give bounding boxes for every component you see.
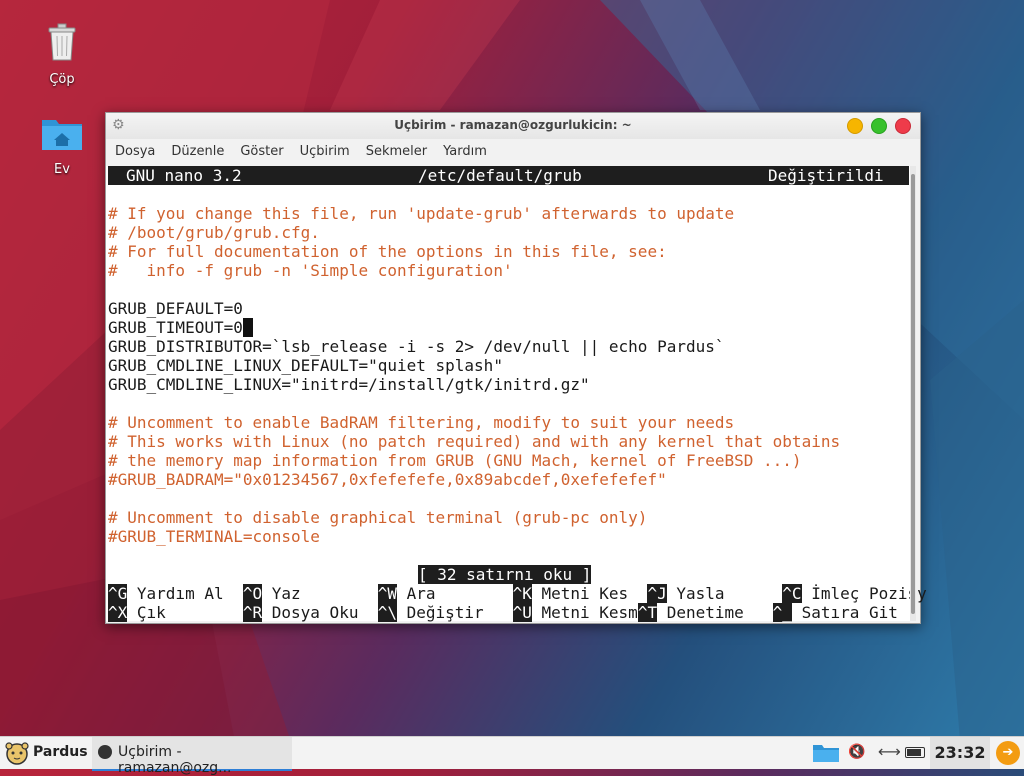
maximize-button[interactable] bbox=[871, 118, 887, 134]
folder-icon[interactable] bbox=[812, 743, 840, 767]
menu-sekmeler[interactable]: Sekmeler bbox=[357, 139, 434, 159]
shortcut-key: ^K bbox=[512, 584, 532, 603]
shortcut-item: ^G Yardım Al bbox=[108, 584, 243, 603]
network-icon[interactable]: ⟷ bbox=[878, 742, 901, 761]
editor-line: # For full documentation of the options … bbox=[108, 242, 667, 261]
title-bar[interactable]: ⚙ Uçbirim - ramazan@ozgurlukicin: ~ bbox=[106, 113, 920, 139]
menu-bar: Dosya Düzenle Göster Uçbirim Sekmeler Yardım bbox=[106, 139, 920, 164]
editor-line: # Uncomment to disable graphical termina… bbox=[108, 508, 648, 527]
shortcut-key: ^G bbox=[108, 584, 128, 603]
terminal-window: ⚙ Uçbirim - ramazan@ozgurlukicin: ~ Dosy… bbox=[105, 112, 927, 624]
editor-line: #GRUB_BADRAM="0x01234567,0xfefefefe,0x89… bbox=[108, 470, 667, 489]
shortcut-key: ^_ bbox=[772, 603, 792, 622]
editor-line: GRUB_DISTRIBUTOR=`lsb_release -i -s 2> /… bbox=[108, 337, 725, 356]
menu-duzenle[interactable]: Düzenle bbox=[162, 139, 231, 159]
shortcut-item: ^J Yasla bbox=[647, 584, 782, 603]
shortcut-key: ^O bbox=[242, 584, 263, 603]
desktop-icon-label: Çöp bbox=[49, 72, 75, 87]
shortcut-label: Metni Kesm bbox=[531, 603, 638, 622]
editor-line: GRUB_DEFAULT=0 bbox=[108, 299, 243, 318]
shortcut-label: Yaz bbox=[262, 584, 378, 603]
editor-line: # If you change this file, run 'update-g… bbox=[108, 204, 735, 223]
shortcut-key: ^T bbox=[637, 603, 658, 622]
shortcut-label: Ara bbox=[396, 584, 513, 603]
window-title: Uçbirim - ramazan@ozgurlukicin: ~ bbox=[394, 118, 632, 132]
app-menu-button[interactable]: Pardus bbox=[2, 737, 88, 769]
shortcut-label: Satıra Git bbox=[791, 603, 898, 622]
shortcut-row-1: ^G Yardım Al ^O Yaz ^W Ara ^K Metni Kes … bbox=[108, 584, 927, 603]
desktop-icon-trash[interactable]: Çöp bbox=[22, 22, 102, 87]
editor-line: # info -f grub -n 'Simple configuration' bbox=[108, 261, 513, 280]
shortcut-label: İmleç Pozisy bbox=[801, 584, 927, 603]
shortcut-label: Metni Kes bbox=[531, 584, 648, 603]
shortcut-item: ^\ Değiştir bbox=[377, 603, 513, 622]
shortcut-label: Denetime bbox=[657, 603, 773, 622]
shortcut-key: ^R bbox=[242, 603, 263, 622]
shortcut-item: ^T Denetime bbox=[637, 603, 773, 622]
editor-line: #GRUB_TERMINAL=console bbox=[108, 527, 320, 546]
shortcut-key: ^C bbox=[782, 584, 802, 603]
shortcut-item: ^R Dosya Oku bbox=[242, 603, 378, 622]
editor-line: # the memory map information from GRUB (… bbox=[108, 451, 802, 470]
shortcut-item: ^X Çık bbox=[108, 603, 243, 622]
scrollbar[interactable] bbox=[910, 166, 916, 621]
volume-muted-icon[interactable]: 🔇 bbox=[848, 744, 865, 760]
shortcut-key: ^W bbox=[377, 584, 397, 603]
home-folder-icon bbox=[22, 114, 102, 156]
shortcut-item: ^U Metni Kesm bbox=[512, 603, 638, 622]
menu-ucbirim[interactable]: Uçbirim bbox=[291, 139, 357, 159]
terminal-icon bbox=[98, 745, 112, 759]
shortcut-key: ^\ bbox=[377, 603, 397, 622]
editor-line: # This works with Linux (no patch requir… bbox=[108, 432, 841, 451]
editor-line: GRUB_TIMEOUT=0 bbox=[108, 318, 253, 337]
editor-line: # /boot/grub/grub.cfg. bbox=[108, 223, 320, 242]
desktop-icon-label: Ev bbox=[54, 162, 70, 177]
clock[interactable]: 23:32 bbox=[930, 737, 990, 769]
nano-version: GNU nano 3.2 bbox=[126, 166, 242, 185]
trash-icon bbox=[22, 22, 102, 66]
menu-yardim[interactable]: Yardım bbox=[434, 139, 494, 159]
shortcut-label: Değiştir bbox=[396, 603, 513, 622]
text-cursor bbox=[242, 318, 253, 337]
taskbar-task-label: Uçbirim - ramazan@ozg... bbox=[118, 744, 232, 776]
shortcut-label: Yasla bbox=[666, 584, 783, 603]
editor-line: # Uncomment to enable BadRAM filtering, … bbox=[108, 413, 735, 432]
shortcut-key: ^X bbox=[108, 603, 128, 622]
shortcut-label: Çık bbox=[127, 603, 243, 622]
menu-dosya[interactable]: Dosya bbox=[106, 139, 162, 159]
nano-header: GNU nano 3.2/etc/default/grub Değiştirild… bbox=[108, 166, 909, 185]
shortcut-label: Yardım Al bbox=[127, 584, 243, 603]
shortcut-row-2: ^X Çık ^R Dosya Oku ^\ Değiştir ^U Metni… bbox=[108, 603, 898, 622]
shortcut-item: ^_ Satıra Git bbox=[772, 603, 898, 622]
close-button[interactable] bbox=[895, 118, 911, 134]
editor-line: GRUB_CMDLINE_LINUX_DEFAULT="quiet splash… bbox=[108, 356, 503, 375]
nano-status: [ 32 satırnı oku ] bbox=[418, 565, 592, 584]
nano-modified-state: Değiştirildi bbox=[768, 166, 884, 185]
battery-icon[interactable] bbox=[905, 747, 925, 758]
nano-filename: /etc/default/grub bbox=[418, 166, 582, 185]
shortcut-label: Dosya Oku bbox=[262, 603, 378, 622]
shortcut-item: ^C İmleç Pozisy bbox=[782, 584, 927, 603]
editor-line: GRUB_CMDLINE_LINUX="initrd=/install/gtk/… bbox=[108, 375, 590, 394]
pardus-logo-icon bbox=[4, 741, 30, 769]
terminal-area[interactable]: GNU nano 3.2/etc/default/grub Değiştirild… bbox=[106, 166, 927, 622]
shortcut-item: ^W Ara bbox=[377, 584, 513, 603]
shortcut-key: ^J bbox=[647, 584, 667, 603]
app-menu-label: Pardus bbox=[33, 744, 88, 760]
taskbar: Pardus Uçbirim - ramazan@ozg... 🔇 ⟷ 23:3… bbox=[0, 736, 1024, 776]
logout-arrow-icon[interactable]: ➔ bbox=[996, 741, 1020, 765]
desktop-icon-home[interactable]: Ev bbox=[22, 114, 102, 177]
shortcut-item: ^O Yaz bbox=[242, 584, 378, 603]
shortcut-key: ^U bbox=[512, 603, 532, 622]
minimize-button[interactable] bbox=[847, 118, 863, 134]
taskbar-task-terminal[interactable]: Uçbirim - ramazan@ozg... bbox=[92, 737, 292, 776]
shortcut-item: ^K Metni Kes bbox=[512, 584, 648, 603]
menu-goster[interactable]: Göster bbox=[231, 139, 290, 159]
